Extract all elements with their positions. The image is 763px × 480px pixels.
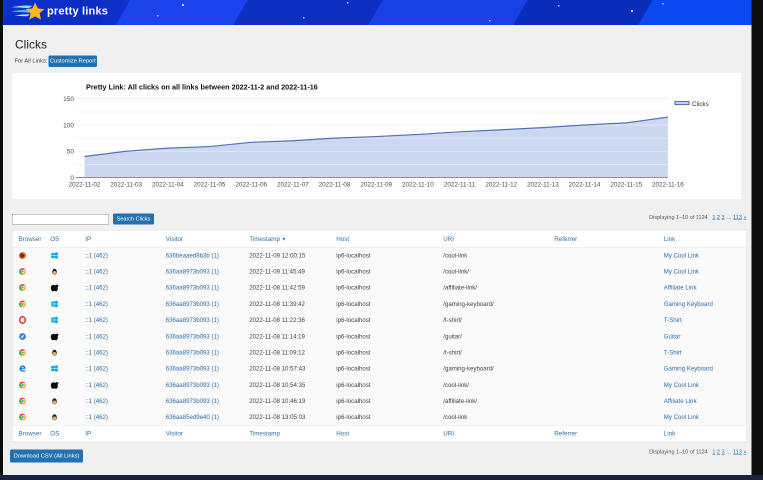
svg-text:Clicks: Clicks <box>692 101 709 108</box>
svg-text:2022-11-08: 2022-11-08 <box>319 182 351 189</box>
svg-text:2022-11-09: 2022-11-09 <box>360 182 392 189</box>
svg-text:2022-11-11: 2022-11-11 <box>444 182 476 189</box>
svg-text:Pretty Link: All clicks on all: Pretty Link: All clicks on all links bet… <box>86 83 318 92</box>
svg-text:50: 50 <box>67 149 75 156</box>
svg-text:2022-11-12: 2022-11-12 <box>485 182 517 189</box>
svg-text:2022-11-15: 2022-11-15 <box>610 182 642 189</box>
svg-text:2022-11-10: 2022-11-10 <box>402 182 434 189</box>
svg-text:150: 150 <box>63 96 74 103</box>
svg-text:100: 100 <box>63 122 74 129</box>
svg-text:2022-11-07: 2022-11-07 <box>277 182 309 189</box>
svg-text:2022-11-13: 2022-11-13 <box>527 182 559 189</box>
svg-text:2022-11-16: 2022-11-16 <box>652 182 684 189</box>
svg-text:2022-11-05: 2022-11-05 <box>194 182 226 189</box>
svg-text:2022-11-02: 2022-11-02 <box>69 182 101 189</box>
svg-text:2022-11-14: 2022-11-14 <box>569 182 601 189</box>
svg-text:2022-11-06: 2022-11-06 <box>235 182 267 189</box>
svg-text:2022-11-04: 2022-11-04 <box>152 182 184 189</box>
svg-text:2022-11-03: 2022-11-03 <box>110 182 142 189</box>
